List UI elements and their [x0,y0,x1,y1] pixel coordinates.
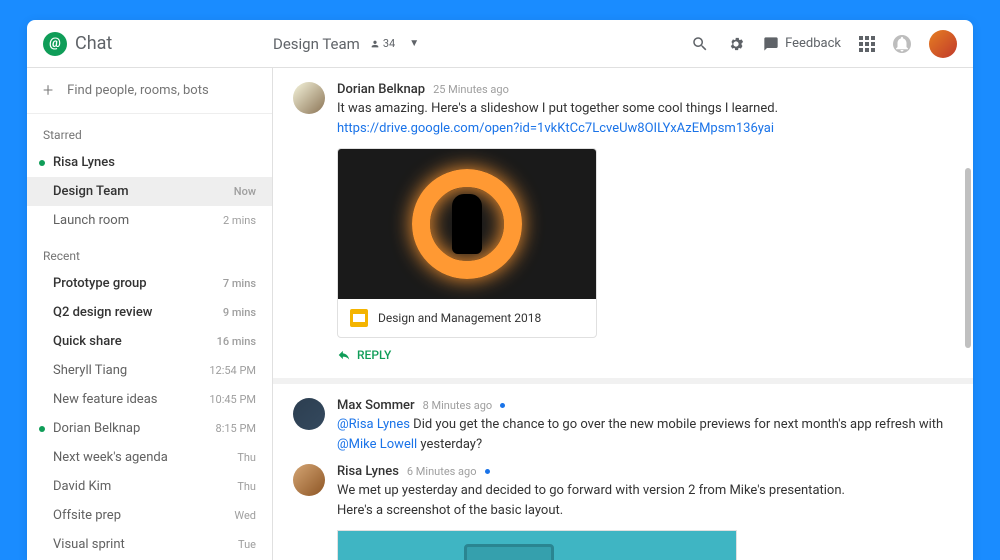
sidebar-item-quick-share[interactable]: Quick share16 mins [27,327,272,356]
logo-area: @ Chat [43,32,273,56]
sidebar-item-risa-lynes[interactable]: Risa Lynes [27,148,272,177]
settings-button[interactable] [727,35,745,53]
message-author: Max Sommer [337,398,415,413]
sidebar-item-new-feature-ideas[interactable]: New feature ideas10:45 PM [27,385,272,414]
preview-hero: Networks for you [338,531,736,560]
recent-section-label: Recent [27,235,272,269]
avatar-dorian[interactable] [293,82,325,114]
message-body: Max Sommer 8 Minutes ago @Risa Lynes Did… [337,398,953,454]
room-title-area[interactable]: Design Team 34 ▼ [273,35,691,53]
mention[interactable]: @Mike Lowell [337,437,417,452]
sidebar: + Find people, rooms, bots Starred Risa … [27,68,273,560]
message-time: 8 Minutes ago [423,399,493,412]
feedback-icon [763,36,779,52]
message: Dorian Belknap 25 Minutes ago It was ama… [293,82,953,338]
presence-dot-icon [39,426,45,432]
apps-button[interactable] [859,36,875,52]
unread-dot-icon [500,403,505,408]
starred-section-label: Starred [27,114,272,148]
attachment-meta: Design and Management 2018 [338,299,596,337]
plus-icon: + [43,80,53,101]
find-people-button[interactable]: + Find people, rooms, bots [27,68,272,114]
sidebar-item-q2-design-review[interactable]: Q2 design review9 mins [27,298,272,327]
sidebar-item-launch-room[interactable]: Launch room2 mins [27,206,272,235]
reply-label: REPLY [357,348,391,362]
bell-icon [893,35,911,53]
notifications-button[interactable] [893,35,911,53]
avatar-risa[interactable] [293,464,325,496]
feedback-button[interactable]: Feedback [763,36,841,52]
topbar: @ Chat Design Team 34 ▼ Feedback [27,20,973,68]
apps-grid-icon [859,36,875,52]
reply-icon [337,348,351,362]
presence-dot-icon [39,160,45,166]
message: Max Sommer 8 Minutes ago @Risa Lynes Did… [293,398,953,454]
message-text: @Risa Lynes Did you get the chance to go… [337,415,953,454]
gear-icon [727,35,745,53]
sidebar-item-sheryll-tiang[interactable]: Sheryll Tiang12:54 PM [27,356,272,385]
member-count-badge: 34 [370,37,395,50]
message-author: Risa Lynes [337,464,399,479]
sidebar-item-offsite-prep[interactable]: Offsite prepWed [27,501,272,530]
search-icon [691,35,709,53]
app-window: @ Chat Design Team 34 ▼ Feedback [27,20,973,560]
message-time: 25 Minutes ago [433,83,509,96]
content: + Find people, rooms, bots Starred Risa … [27,68,973,560]
chat-logo-icon: @ [43,32,67,56]
room-title: Design Team [273,35,360,53]
member-count: 34 [383,37,395,50]
screenshot-preview[interactable]: Networks for you Utilize the rest of you… [337,530,737,560]
thread-1: Dorian Belknap 25 Minutes ago It was ama… [273,68,973,384]
attachment-thumbnail [338,149,596,299]
person-icon [370,39,380,49]
message: Risa Lynes 6 Minutes ago We met up yeste… [293,464,953,560]
scrollbar-track[interactable] [965,68,971,560]
message-text: We met up yesterday and decided to go fo… [337,481,953,520]
account-avatar[interactable] [929,30,957,58]
sidebar-item-prototype-group[interactable]: Prototype group7 mins [27,269,272,298]
chevron-down-icon[interactable]: ▼ [409,38,419,49]
sidebar-item-david-kim[interactable]: David KimThu [27,472,272,501]
message-author: Dorian Belknap [337,82,425,97]
slides-icon [350,309,368,327]
message-body: Dorian Belknap 25 Minutes ago It was ama… [337,82,953,338]
avatar-max[interactable] [293,398,325,430]
laptop-illustration-icon [464,544,554,560]
app-name: Chat [75,33,112,54]
sidebar-item-visual-sprint[interactable]: Visual sprintTue [27,530,272,559]
scrollbar-thumb[interactable] [965,168,971,348]
sidebar-item-design-team[interactable]: Design TeamNow [27,177,272,206]
attachment-card[interactable]: Design and Management 2018 [337,148,597,338]
message-text: It was amazing. Here's a slideshow I put… [337,99,953,138]
message-body: Risa Lynes 6 Minutes ago We met up yeste… [337,464,953,560]
feedback-label: Feedback [785,36,841,51]
reply-button[interactable]: REPLY [337,348,953,362]
find-placeholder: Find people, rooms, bots [67,83,209,98]
main-thread-area: Dorian Belknap 25 Minutes ago It was ama… [273,68,973,560]
topbar-actions: Feedback [691,30,957,58]
thread-2: Max Sommer 8 Minutes ago @Risa Lynes Did… [273,384,973,560]
unread-dot-icon [485,469,490,474]
sidebar-item-next-weeks-agenda[interactable]: Next week's agendaThu [27,443,272,472]
drive-link[interactable]: https://drive.google.com/open?id=1vkKtCc… [337,121,774,136]
sidebar-item-dorian-belknap[interactable]: Dorian Belknap8:15 PM [27,414,272,443]
attachment-title: Design and Management 2018 [378,311,541,325]
search-button[interactable] [691,35,709,53]
message-time: 6 Minutes ago [407,465,477,478]
mention[interactable]: @Risa Lynes [337,417,410,432]
